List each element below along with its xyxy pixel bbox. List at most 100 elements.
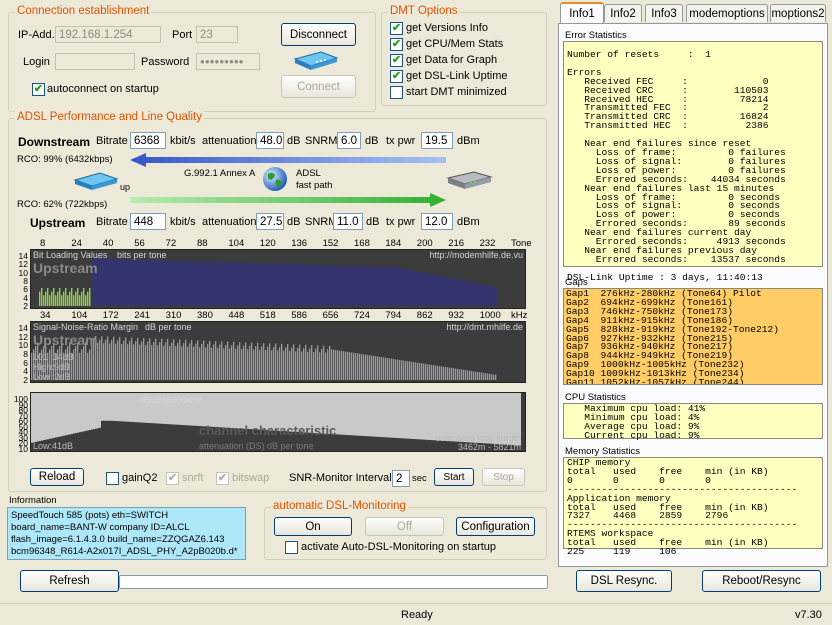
password-input[interactable]: ●●●●●●●●● (196, 53, 260, 70)
tab-info2[interactable]: Info2 (604, 4, 642, 22)
channel-bar (379, 393, 381, 437)
channel-bar (57, 393, 59, 438)
channel-bar (123, 393, 125, 422)
configuration-button[interactable]: Configuration (456, 517, 535, 536)
snr-bar (409, 361, 411, 380)
axis-tick: 310 (165, 310, 182, 321)
channel-bar (367, 393, 369, 437)
axis-tick: 448 (228, 310, 245, 321)
snr-bar (353, 352, 355, 380)
snr-bar (405, 360, 407, 380)
channel-bar (61, 393, 63, 437)
activate-auto-checkbox[interactable] (285, 541, 298, 554)
axis-tick: 656 (322, 310, 339, 321)
snr-bar (403, 360, 405, 380)
dsl-resync-button[interactable]: DSL Resync. (576, 570, 672, 592)
channel-bar (121, 393, 123, 422)
off-button[interactable]: Off (365, 517, 444, 536)
us-bitrate-field[interactable]: 448 (130, 213, 166, 230)
bitload-bar (307, 265, 309, 306)
channel-bar (395, 393, 397, 438)
channel-bar (393, 393, 395, 438)
bitload-bar (311, 265, 313, 306)
channel-bar (113, 393, 115, 421)
start-button[interactable]: Start (434, 468, 474, 486)
channel-bar (101, 393, 103, 421)
snrft-label: snrft (182, 472, 204, 484)
data-graph-checkbox[interactable]: ✔ (390, 54, 403, 67)
disconnect-button[interactable]: Disconnect (281, 23, 356, 46)
snr-bar (289, 351, 291, 380)
autoconnect-checkbox[interactable]: ✔ (32, 83, 45, 96)
snr-bar (459, 369, 461, 380)
bitload-bar (205, 260, 207, 306)
bitload-bar (351, 267, 353, 306)
snr-bar (77, 342, 79, 380)
gaps-list[interactable]: Gap1 276kHz-280kHz (Tone64) Pilot Gap2 69… (563, 288, 823, 385)
reboot-resync-button[interactable]: Reboot/Resync (702, 570, 821, 592)
snrft-checkbox[interactable]: ✔ (166, 472, 179, 485)
snr-bar (187, 346, 189, 380)
tab-modemoptions[interactable]: modemoptions (686, 4, 768, 22)
channel-bar (111, 393, 113, 421)
snr-bar (229, 348, 231, 380)
bitload-bar (341, 264, 343, 306)
gainq2-checkbox[interactable] (106, 472, 119, 485)
ds-atten-field[interactable]: 48.0 (256, 132, 284, 149)
snr-bar (149, 338, 151, 380)
tab-info1[interactable]: Info1 (560, 2, 604, 23)
tab-info3[interactable]: Info3 (645, 4, 683, 22)
ds-snrm-field[interactable]: 6.0 (337, 132, 361, 149)
ds-txpwr-field[interactable]: 19.5 (421, 132, 453, 149)
snr-bar (169, 345, 171, 380)
snr-bar (281, 343, 283, 380)
snr-low: Low :2dB (33, 372, 71, 382)
dsl-uptime-checkbox[interactable]: ✔ (390, 70, 403, 83)
channel-bar (119, 393, 121, 422)
snr-interval-field[interactable]: 2 (392, 470, 410, 487)
bitload-bar (395, 267, 397, 306)
versions-info-checkbox[interactable]: ✔ (390, 22, 403, 35)
bitload-bar (285, 263, 287, 306)
stop-button[interactable]: Stop (482, 468, 525, 486)
channel-bar (43, 393, 45, 441)
ds-bitrate-field[interactable]: 6368 (130, 132, 166, 149)
on-button[interactable]: On (274, 517, 352, 536)
channel-low: Low:41dB (33, 441, 74, 451)
bitswap-checkbox[interactable]: ✔ (216, 472, 229, 485)
cpu-mem-checkbox[interactable]: ✔ (390, 38, 403, 51)
snr-bar (447, 367, 449, 380)
refresh-button[interactable]: Refresh (20, 570, 119, 592)
channel-bar (401, 393, 403, 439)
snr-bar (315, 348, 317, 380)
bitload-bar (397, 267, 399, 306)
us-txpwr-field[interactable]: 12.0 (421, 213, 453, 230)
tab-moptions2[interactable]: moptions2 (770, 4, 826, 22)
snr-bar (91, 342, 93, 380)
bitload-bar (279, 264, 281, 306)
port-input[interactable]: 23 (196, 26, 238, 43)
us-atten-unit: dB (287, 216, 301, 228)
snr-bar (407, 361, 409, 380)
snr-bar (245, 342, 247, 380)
bitload-bar (295, 265, 297, 306)
snr-bar (255, 346, 257, 380)
channel-bar (353, 393, 355, 436)
bitload-bar (223, 263, 225, 306)
bitload-bar (327, 266, 329, 306)
bitload-bar (181, 260, 183, 306)
snr-bar (175, 346, 177, 380)
us-atten-field[interactable]: 27.5 (256, 213, 284, 230)
dmt-minimized-checkbox[interactable] (390, 86, 403, 99)
connect-button[interactable]: Connect (281, 75, 356, 98)
us-snrm-field[interactable]: 11.0 (333, 213, 363, 230)
bitload-bar (123, 260, 125, 306)
channel-bar (377, 393, 379, 437)
ip-input[interactable]: 192.168.1.254 (55, 26, 161, 43)
gap-item[interactable]: Gap11 1052kHz-1057kHz (Tone244) (566, 378, 820, 384)
bitload-bar (361, 265, 363, 306)
axis-tick: 380 (197, 310, 213, 321)
login-input[interactable] (55, 53, 135, 70)
bitload-bar (257, 262, 259, 306)
reload-button[interactable]: Reload (30, 468, 84, 486)
